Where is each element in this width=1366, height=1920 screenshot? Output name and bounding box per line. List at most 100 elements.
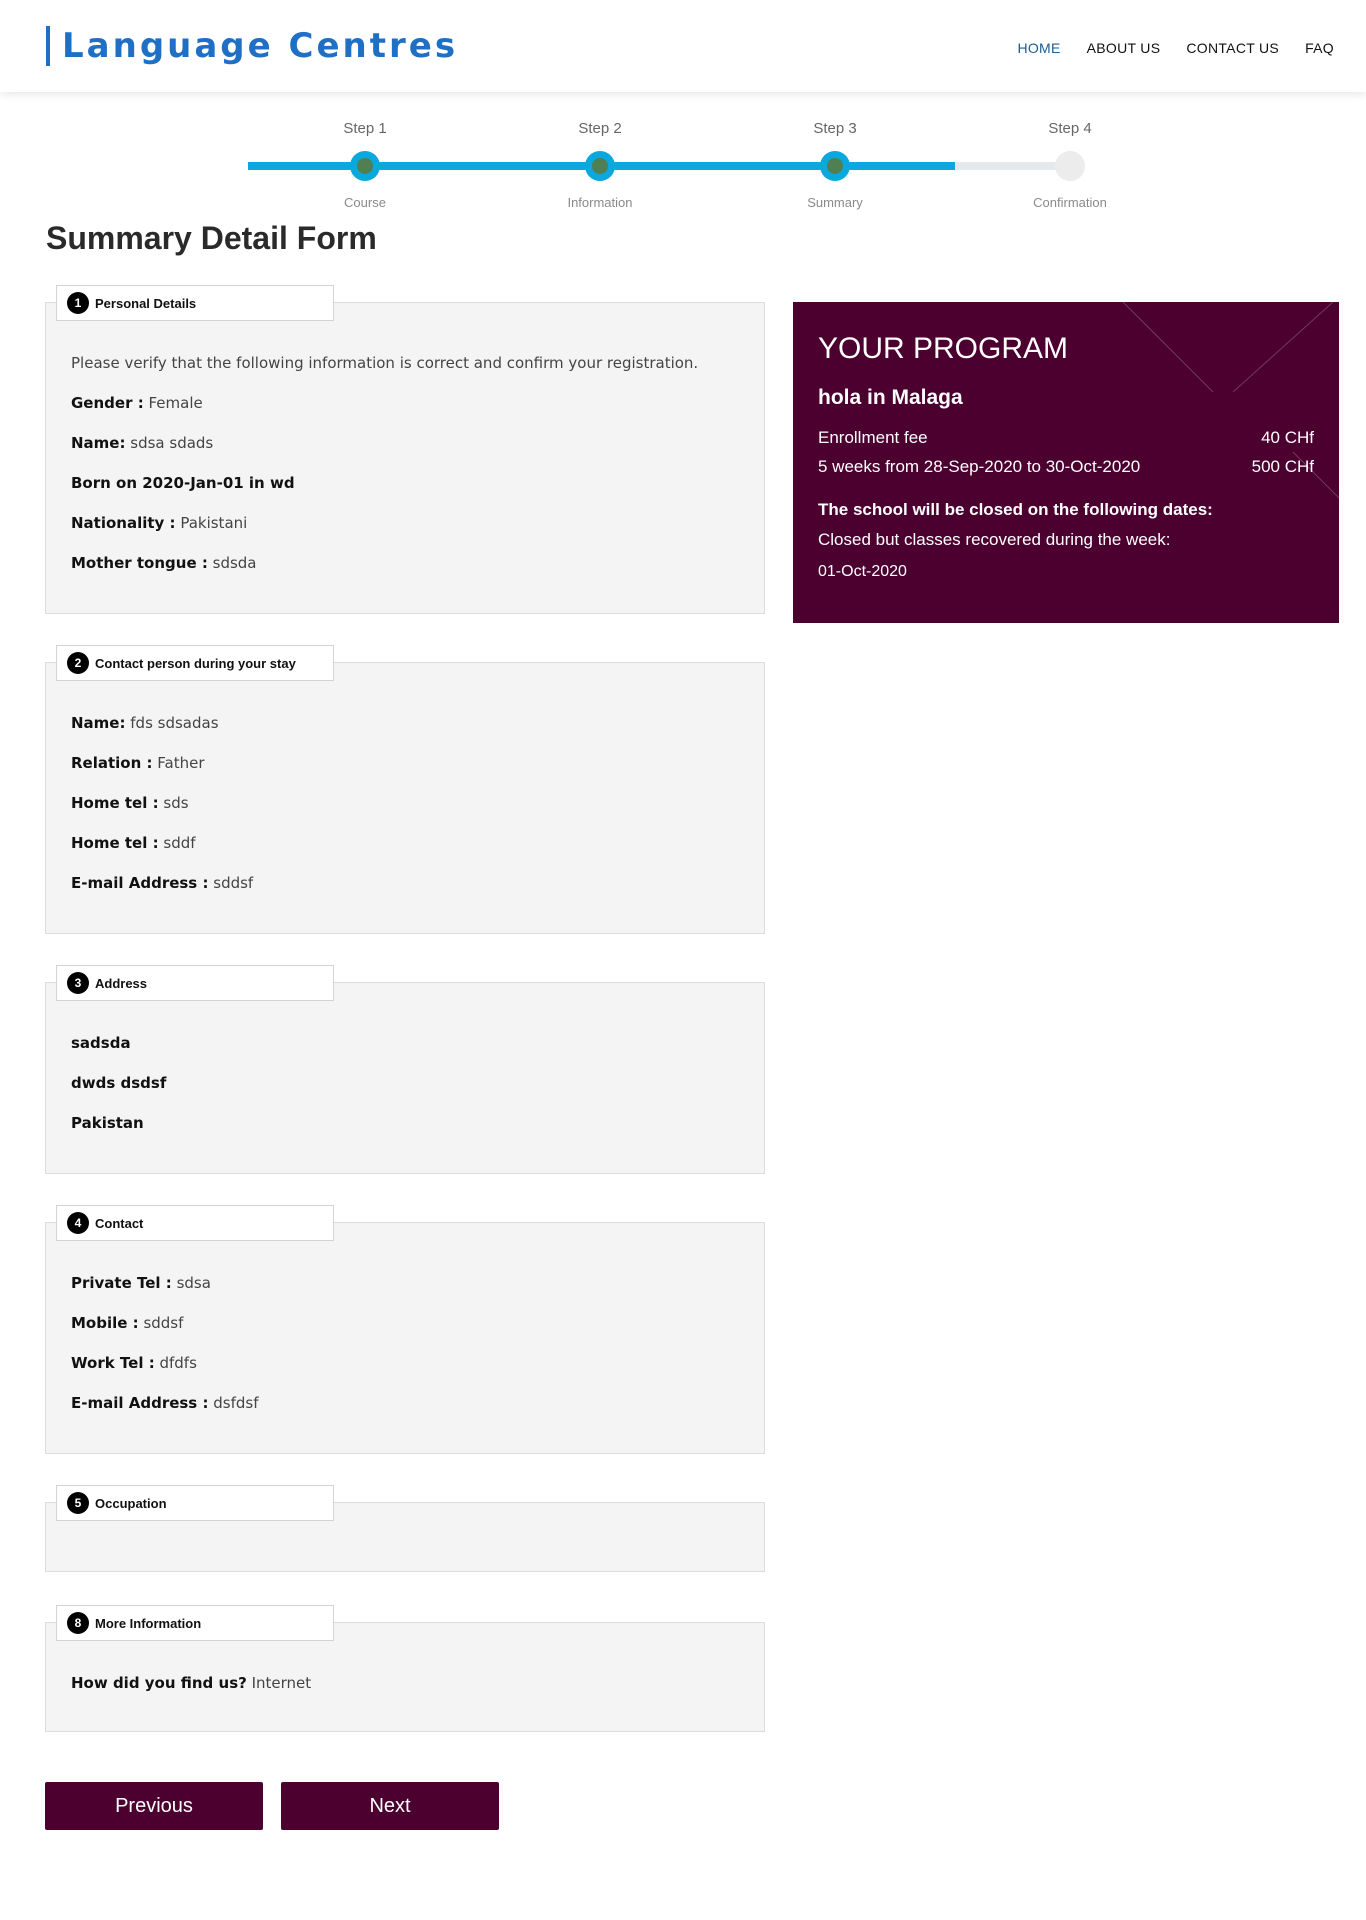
private-tel-label: Private Tel : bbox=[71, 1274, 172, 1292]
step-1: Step 1 Course bbox=[295, 120, 435, 210]
home-tel-label: Home tel : bbox=[71, 794, 159, 812]
work-tel-row: Work Tel : dfdfs bbox=[71, 1353, 258, 1393]
nav-about-us[interactable]: ABOUT US bbox=[1087, 40, 1161, 56]
section-title: Personal Details bbox=[95, 295, 197, 311]
personal-details-panel: Please verify that the following informa… bbox=[45, 302, 765, 614]
course-name: hola in Malaga bbox=[818, 386, 963, 409]
home-tel-row: Home tel : sds bbox=[71, 793, 253, 833]
section-header-personal-details: 1 Personal Details bbox=[56, 285, 334, 321]
work-tel-label: Work Tel : bbox=[71, 1354, 155, 1372]
section-number-badge: 2 bbox=[67, 652, 89, 674]
contact-person-content: Name: fds sdsadas Relation : Father Home… bbox=[71, 713, 253, 913]
previous-button[interactable]: Previous bbox=[45, 1782, 263, 1830]
nationality-value: Pakistani bbox=[180, 514, 248, 532]
section-number-badge: 1 bbox=[67, 292, 89, 314]
home-tel-value: sds bbox=[163, 794, 189, 812]
email-row: E-mail Address : dsfdsf bbox=[71, 1393, 258, 1433]
site-logo[interactable]: Language Centres bbox=[46, 26, 458, 66]
section-number-badge: 4 bbox=[67, 1212, 89, 1234]
email-label: E-mail Address : bbox=[71, 1394, 209, 1412]
step-label: Step 3 bbox=[813, 120, 857, 137]
personal-details-content: Please verify that the following informa… bbox=[71, 353, 698, 593]
site-header: Language Centres HOME ABOUT US CONTACT U… bbox=[0, 0, 1366, 92]
gender-value: Female bbox=[148, 394, 203, 412]
section-title: More Information bbox=[95, 1615, 202, 1631]
address-line-2: dwds dsdsf bbox=[71, 1074, 167, 1092]
relation-value: Father bbox=[157, 754, 205, 772]
address-country: Pakistan bbox=[71, 1114, 144, 1132]
section-header-address: 3 Address bbox=[56, 965, 334, 1001]
step-caption: Confirmation bbox=[1033, 195, 1107, 210]
intro-text: Please verify that the following informa… bbox=[71, 354, 699, 372]
enrollment-fee-label: Enrollment fee bbox=[818, 428, 928, 447]
cp-email-value: sddsf bbox=[213, 874, 254, 892]
step-label: Step 4 bbox=[1048, 120, 1092, 137]
work-tel-value: dfdfs bbox=[159, 1354, 197, 1372]
step-caption: Information bbox=[567, 195, 633, 210]
step-4: Step 4 Confirmation bbox=[1000, 120, 1140, 210]
section-number-badge: 3 bbox=[67, 972, 89, 994]
name-row: Name: sdsa sdads bbox=[71, 433, 698, 473]
name-label: Name: bbox=[71, 434, 126, 452]
mother-tongue-label: Mother tongue : bbox=[71, 554, 208, 572]
cp-name-label: Name: bbox=[71, 714, 126, 732]
course-duration-price: 500 CHf bbox=[1251, 457, 1314, 476]
main-nav: HOME ABOUT US CONTACT US FAQ bbox=[1017, 40, 1334, 56]
step-progress: Step 1 Course Step 2 Information Step 3 … bbox=[248, 120, 1107, 220]
name-value: sdsa sdads bbox=[130, 434, 214, 452]
section-number-badge: 8 bbox=[67, 1612, 89, 1634]
gender-row: Gender : Female bbox=[71, 393, 698, 433]
mother-tongue-value: sdsda bbox=[212, 554, 257, 572]
email-value: dsfdsf bbox=[213, 1394, 259, 1412]
relation-label: Relation : bbox=[71, 754, 153, 772]
enrollment-fee-value: 40 CHf bbox=[1261, 428, 1314, 447]
step-complete-icon bbox=[585, 151, 615, 181]
nationality-row: Nationality : Pakistani bbox=[71, 513, 698, 553]
step-2: Step 2 Information bbox=[530, 120, 670, 210]
closure-date: 01-Oct-2020 bbox=[818, 563, 907, 580]
home-tel-row: Home tel : sddf bbox=[71, 833, 253, 873]
private-tel-row: Private Tel : sdsa bbox=[71, 1273, 258, 1313]
section-title: Occupation bbox=[95, 1495, 167, 1511]
step-caption: Course bbox=[344, 195, 386, 210]
cp-email-label: E-mail Address : bbox=[71, 874, 209, 892]
next-button[interactable]: Next bbox=[281, 1782, 499, 1830]
step-complete-icon bbox=[820, 151, 850, 181]
private-tel-value: sdsa bbox=[176, 1274, 211, 1292]
home-tel-value: sddf bbox=[163, 834, 196, 852]
step-3: Step 3 Summary bbox=[765, 120, 905, 210]
gender-label: Gender : bbox=[71, 394, 144, 412]
step-pending-icon bbox=[1055, 151, 1085, 181]
closure-notice: The school will be closed on the followi… bbox=[818, 500, 1213, 519]
step-label: Step 2 bbox=[578, 120, 622, 137]
section-header-contact-person: 2 Contact person during your stay bbox=[56, 645, 334, 681]
home-tel-label: Home tel : bbox=[71, 834, 159, 852]
course-duration-row: 5 weeks from 28-Sep-2020 to 30-Oct-2020 … bbox=[818, 457, 1314, 477]
section-number-badge: 5 bbox=[67, 1492, 89, 1514]
nav-home[interactable]: HOME bbox=[1017, 40, 1060, 56]
section-title: Address bbox=[95, 975, 148, 991]
nationality-label: Nationality : bbox=[71, 514, 176, 532]
section-title: Contact bbox=[95, 1215, 144, 1231]
mother-tongue-row: Mother tongue : sdsda bbox=[71, 553, 698, 593]
nav-faq[interactable]: FAQ bbox=[1305, 40, 1334, 56]
closure-note: Closed but classes recovered during the … bbox=[818, 530, 1171, 549]
mobile-value: sddsf bbox=[143, 1314, 184, 1332]
contact-panel: Private Tel : sdsa Mobile : sddsf Work T… bbox=[45, 1222, 765, 1454]
nav-contact-us[interactable]: CONTACT US bbox=[1186, 40, 1279, 56]
page-title: Summary Detail Form bbox=[46, 220, 377, 256]
relation-row: Relation : Father bbox=[71, 753, 253, 793]
step-caption: Summary bbox=[807, 195, 863, 210]
find-us-row: How did you find us? Internet bbox=[71, 1673, 311, 1713]
contact-content: Private Tel : sdsa Mobile : sddsf Work T… bbox=[71, 1273, 258, 1433]
contact-person-panel: Name: fds sdsadas Relation : Father Home… bbox=[45, 662, 765, 934]
address-line-1: sadsda bbox=[71, 1034, 131, 1052]
step-label: Step 1 bbox=[343, 120, 387, 137]
address-panel: sadsda dwds dsdsf Pakistan bbox=[45, 982, 765, 1174]
birth-row: Born on 2020-Jan-01 in wd bbox=[71, 474, 295, 492]
program-heading: YOUR PROGRAM bbox=[818, 332, 1069, 365]
address-content: sadsda dwds dsdsf Pakistan bbox=[71, 1033, 166, 1153]
find-us-label: How did you find us? bbox=[71, 1674, 247, 1692]
enrollment-fee-row: Enrollment fee 40 CHf bbox=[818, 428, 1314, 448]
cp-email-row: E-mail Address : sddsf bbox=[71, 873, 253, 913]
